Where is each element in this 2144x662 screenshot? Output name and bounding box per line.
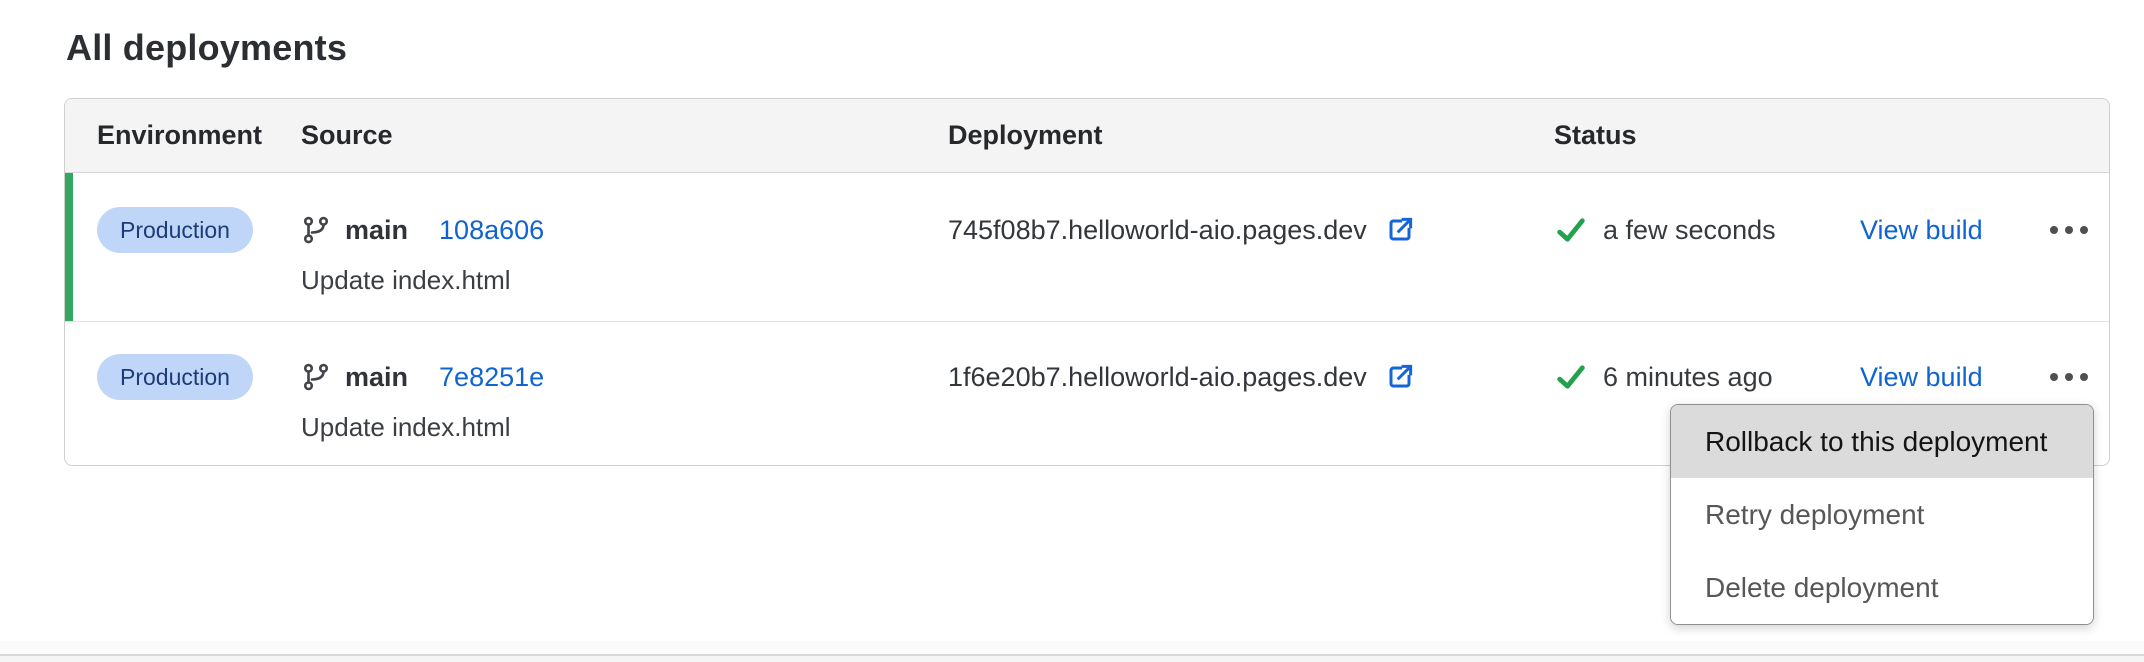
branch-name: main — [345, 215, 408, 246]
environment-badge: Production — [97, 354, 253, 400]
environment-badge: Production — [97, 207, 253, 253]
view-build-link[interactable]: View build — [1860, 215, 1983, 246]
git-branch-icon — [301, 362, 331, 392]
menu-item-rollback[interactable]: Rollback to this deployment — [1671, 405, 2093, 478]
section-divider-fade — [0, 641, 2144, 654]
environment-cell: Production — [97, 207, 301, 253]
menu-item-delete[interactable]: Delete deployment — [1671, 551, 2093, 624]
table-header: Environment Source Deployment Status — [65, 99, 2109, 173]
source-cell: main 108a606 Update index.html — [301, 207, 948, 296]
status-time: 6 minutes ago — [1603, 362, 1773, 393]
external-link-icon[interactable] — [1385, 215, 1415, 245]
ellipsis-icon[interactable] — [2048, 354, 2090, 400]
column-header-status: Status — [1554, 120, 1860, 151]
branch-name: main — [345, 362, 408, 393]
status-cell: 6 minutes ago — [1554, 354, 1860, 400]
deployment-row-current: Production main 108a606 Update index.htm… — [65, 173, 2109, 321]
status-cell: a few seconds — [1554, 207, 1860, 253]
deployment-cell: 1f6e20b7.helloworld-aio.pages.dev — [948, 354, 1554, 400]
column-header-environment: Environment — [97, 120, 301, 151]
git-branch-icon — [301, 215, 331, 245]
source-cell: main 7e8251e Update index.html — [301, 354, 948, 443]
view-build-link[interactable]: View build — [1860, 362, 1983, 393]
commit-link[interactable]: 108a606 — [439, 215, 544, 246]
column-header-source: Source — [301, 120, 948, 151]
deployment-url: 1f6e20b7.helloworld-aio.pages.dev — [948, 362, 1367, 393]
page-title: All deployments — [66, 28, 347, 68]
external-link-icon[interactable] — [1385, 362, 1415, 392]
commit-message: Update index.html — [301, 265, 948, 296]
check-icon — [1554, 213, 1588, 247]
ellipsis-icon[interactable] — [2048, 207, 2090, 253]
current-deployment-bar — [65, 173, 73, 321]
status-time: a few seconds — [1603, 215, 1776, 246]
deployment-cell: 745f08b7.helloworld-aio.pages.dev — [948, 207, 1554, 253]
column-header-deployment: Deployment — [948, 120, 1554, 151]
section-divider — [0, 654, 2144, 662]
environment-cell: Production — [97, 354, 301, 400]
deployment-context-menu: Rollback to this deployment Retry deploy… — [1670, 404, 2094, 625]
check-icon — [1554, 360, 1588, 394]
menu-item-retry[interactable]: Retry deployment — [1671, 478, 2093, 551]
commit-message: Update index.html — [301, 412, 948, 443]
deployments-page: All deployments Environment Source Deplo… — [0, 0, 2144, 662]
commit-link[interactable]: 7e8251e — [439, 362, 544, 393]
deployment-url: 745f08b7.helloworld-aio.pages.dev — [948, 215, 1367, 246]
